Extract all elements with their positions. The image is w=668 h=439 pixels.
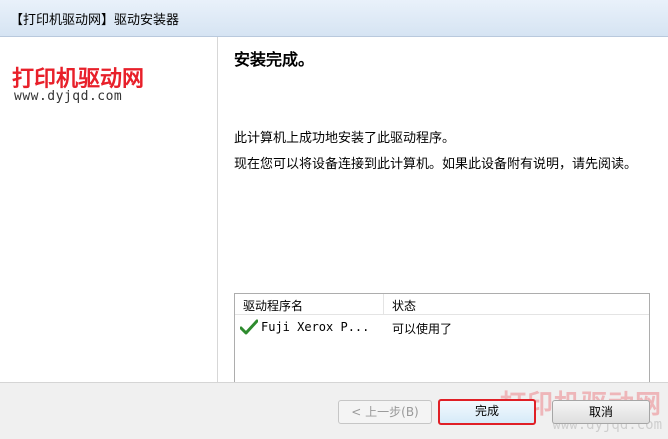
page-title: 安装完成。 [234,50,315,69]
finish-button[interactable]: 完成 [438,399,536,425]
driver-list[interactable]: 驱动程序名 状态 Fuji Xerox P... 可以使用了 [234,293,650,382]
window-title: 【打印机驱动网】驱动安装器 [10,13,180,28]
cancel-button[interactable]: 取消 [552,400,650,424]
main-content: 安装完成。 此计算机上成功地安装了此驱动程序。 现在您可以将设备连接到此计算机。… [218,37,668,382]
success-message: 此计算机上成功地安装了此驱动程序。 [234,131,456,146]
logo-url: www.dyjqd.com [14,89,123,104]
column-header-driver-name[interactable]: 驱动程序名 [235,294,384,315]
list-header: 驱动程序名 状态 [235,294,649,315]
title-bar: 【打印机驱动网】驱动安装器 [0,0,668,37]
checkmark-icon [240,319,258,335]
button-bar: 打印机驱动网 www.dyjqd.com < 上一步(B) 完成 取消 [0,382,668,439]
driver-status: 可以使用了 [392,322,453,336]
list-item[interactable]: Fuji Xerox P... 可以使用了 [235,318,649,338]
left-panel: 打印机驱动网 www.dyjqd.com [0,37,218,382]
connect-message: 现在您可以将设备连接到此计算机。如果此设备附有说明，请先阅读。 [234,157,638,172]
driver-name: Fuji Xerox P... [261,320,370,334]
back-button[interactable]: < 上一步(B) [338,400,432,424]
column-header-status[interactable]: 状态 [384,294,651,315]
